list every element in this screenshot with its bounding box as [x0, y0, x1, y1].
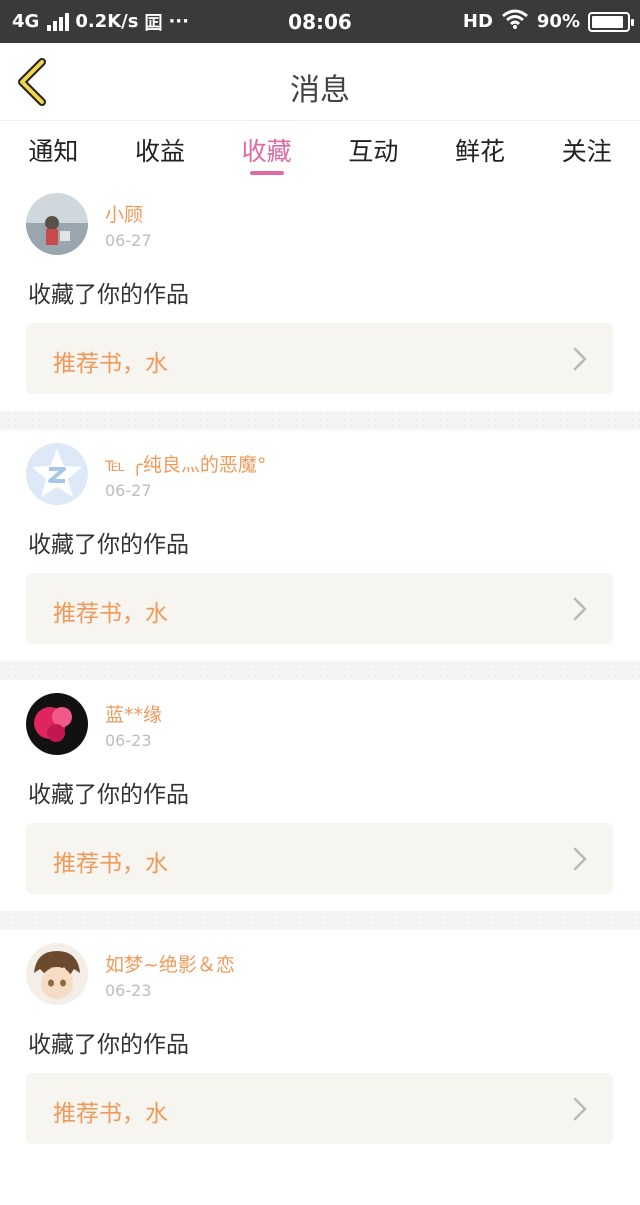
message-date: 06-27: [105, 231, 152, 250]
divider: [0, 411, 640, 430]
page-title: 消息: [290, 73, 350, 108]
message-list: 小顾 06-27 收藏了你的作品 推荐书，水 ℡ ╭纯良灬的恶魔° 06-27 …: [0, 180, 640, 1161]
status-bar: 4G 0.2K/s 囸 ··· 08:06 HD 90%: [0, 0, 640, 43]
battery-icon: [588, 11, 634, 32]
list-item: 蓝**缘 06-23 收藏了你的作品 推荐书，水: [0, 680, 640, 911]
chevron-right-icon: [573, 847, 587, 871]
message-text: 收藏了你的作品: [28, 782, 189, 808]
chevron-right-icon: [573, 1097, 587, 1121]
avatar[interactable]: [26, 193, 88, 255]
work-link[interactable]: 推荐书，水: [26, 1073, 613, 1144]
tab-bar: 通知 收益 收藏 互动 鲜花 关注: [0, 122, 640, 180]
work-title: 推荐书，水: [53, 351, 168, 377]
message-date: 06-23: [105, 731, 152, 750]
avatar[interactable]: [26, 693, 88, 755]
hd-indicator: HD: [462, 11, 493, 32]
divider: [0, 911, 640, 930]
avatar[interactable]: [26, 943, 88, 1005]
tab-flowers[interactable]: 鲜花: [427, 122, 534, 180]
username[interactable]: ℡ ╭纯良灬的恶魔°: [105, 450, 266, 477]
header: 消息: [0, 43, 640, 121]
wifi-icon: [501, 9, 529, 34]
work-title: 推荐书，水: [53, 601, 168, 627]
tab-interactions[interactable]: 互动: [320, 122, 427, 180]
username[interactable]: 蓝**缘: [105, 700, 162, 727]
message-date: 06-27: [105, 481, 152, 500]
message-text: 收藏了你的作品: [28, 1032, 189, 1058]
list-item: ℡ ╭纯良灬的恶魔° 06-27 收藏了你的作品 推荐书，水: [0, 430, 640, 661]
username[interactable]: 小顾: [105, 200, 143, 227]
work-link[interactable]: 推荐书，水: [26, 323, 613, 394]
work-title: 推荐书，水: [53, 851, 168, 877]
avatar[interactable]: [26, 443, 88, 505]
work-link[interactable]: 推荐书，水: [26, 823, 613, 894]
username[interactable]: 如梦~绝影＆恋: [105, 950, 235, 977]
tab-notifications[interactable]: 通知: [0, 122, 107, 180]
battery-percent: 90%: [536, 11, 580, 32]
tab-favorites[interactable]: 收藏: [213, 122, 320, 180]
list-item: 如梦~绝影＆恋 06-23 收藏了你的作品 推荐书，水: [0, 930, 640, 1161]
tab-following[interactable]: 关注: [533, 122, 640, 180]
tab-earnings[interactable]: 收益: [107, 122, 214, 180]
message-date: 06-23: [105, 981, 152, 1000]
work-title: 推荐书，水: [53, 1101, 168, 1127]
list-item: 小顾 06-27 收藏了你的作品 推荐书，水: [0, 180, 640, 411]
message-text: 收藏了你的作品: [28, 282, 189, 308]
chevron-right-icon: [573, 597, 587, 621]
chevron-right-icon: [573, 347, 587, 371]
work-link[interactable]: 推荐书，水: [26, 573, 613, 644]
message-text: 收藏了你的作品: [28, 532, 189, 558]
divider: [0, 661, 640, 680]
